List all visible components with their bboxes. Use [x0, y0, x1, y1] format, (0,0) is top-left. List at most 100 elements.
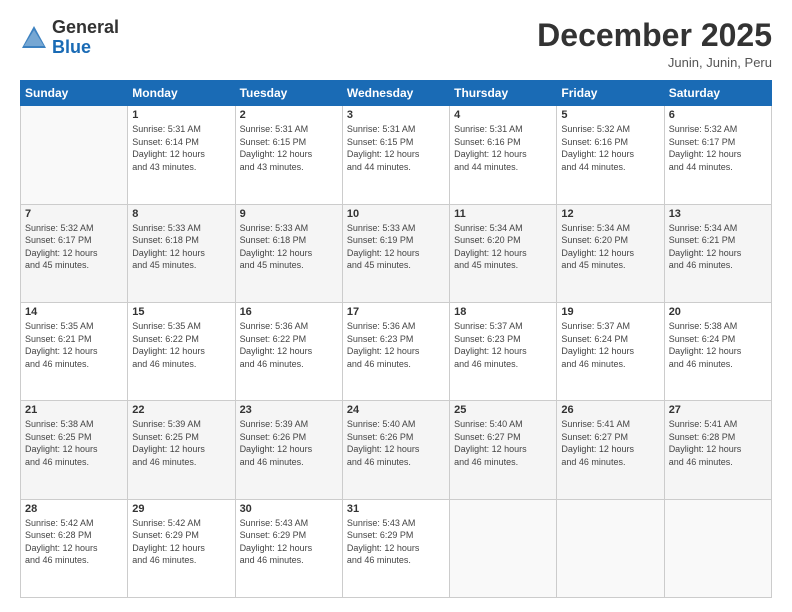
logo-text: General Blue: [52, 18, 119, 58]
day-number: 7: [25, 208, 123, 220]
calendar-cell: 31 Sunrise: 5:43 AM Sunset: 6:29 PM Dayli…: [342, 499, 449, 597]
day-info: Sunrise: 5:42 AM Sunset: 6:29 PM Dayligh…: [132, 517, 230, 567]
calendar-week-row: 21 Sunrise: 5:38 AM Sunset: 6:25 PM Dayli…: [21, 401, 772, 499]
day-info: Sunrise: 5:43 AM Sunset: 6:29 PM Dayligh…: [347, 517, 445, 567]
calendar-cell: 9 Sunrise: 5:33 AM Sunset: 6:18 PM Daylig…: [235, 204, 342, 302]
day-info: Sunrise: 5:31 AM Sunset: 6:15 PM Dayligh…: [347, 123, 445, 173]
calendar-cell: 17 Sunrise: 5:36 AM Sunset: 6:23 PM Dayli…: [342, 302, 449, 400]
day-number: 3: [347, 109, 445, 121]
day-info: Sunrise: 5:35 AM Sunset: 6:22 PM Dayligh…: [132, 320, 230, 370]
day-number: 14: [25, 306, 123, 318]
calendar-cell: 1 Sunrise: 5:31 AM Sunset: 6:14 PM Daylig…: [128, 106, 235, 204]
day-info: Sunrise: 5:35 AM Sunset: 6:21 PM Dayligh…: [25, 320, 123, 370]
day-number: 10: [347, 208, 445, 220]
calendar-cell: 16 Sunrise: 5:36 AM Sunset: 6:22 PM Dayli…: [235, 302, 342, 400]
day-header-thursday: Thursday: [450, 81, 557, 106]
calendar-cell: 13Sunrise: 5:34 AM Sunset: 6:21 PM Dayli…: [664, 204, 771, 302]
day-number: 15: [132, 306, 230, 318]
day-header-friday: Friday: [557, 81, 664, 106]
day-number: 24: [347, 404, 445, 416]
calendar-cell: 25 Sunrise: 5:40 AM Sunset: 6:27 PM Dayli…: [450, 401, 557, 499]
day-number: 8: [132, 208, 230, 220]
day-number: 28: [25, 503, 123, 515]
logo: General Blue: [20, 18, 119, 58]
calendar-week-row: 1 Sunrise: 5:31 AM Sunset: 6:14 PM Daylig…: [21, 106, 772, 204]
day-info: Sunrise: 5:40 AM Sunset: 6:27 PM Dayligh…: [454, 418, 552, 468]
calendar-cell: 3 Sunrise: 5:31 AM Sunset: 6:15 PM Daylig…: [342, 106, 449, 204]
day-header-wednesday: Wednesday: [342, 81, 449, 106]
logo-icon: [20, 24, 48, 52]
day-info: Sunrise: 5:34 AM Sunset: 6:20 PM Dayligh…: [561, 222, 659, 272]
day-number: 30: [240, 503, 338, 515]
month-title: December 2025: [537, 18, 772, 53]
day-info: Sunrise: 5:32 AM Sunset: 6:17 PM Dayligh…: [25, 222, 123, 272]
day-info: Sunrise: 5:32 AM Sunset: 6:16 PM Dayligh…: [561, 123, 659, 173]
day-header-tuesday: Tuesday: [235, 81, 342, 106]
day-info: Sunrise: 5:31 AM Sunset: 6:16 PM Dayligh…: [454, 123, 552, 173]
day-info: Sunrise: 5:39 AM Sunset: 6:25 PM Dayligh…: [132, 418, 230, 468]
day-number: 17: [347, 306, 445, 318]
day-info: Sunrise: 5:42 AM Sunset: 6:28 PM Dayligh…: [25, 517, 123, 567]
day-number: 11: [454, 208, 552, 220]
day-info: Sunrise: 5:41 AM Sunset: 6:27 PM Dayligh…: [561, 418, 659, 468]
day-number: 29: [132, 503, 230, 515]
day-number: 16: [240, 306, 338, 318]
day-number: 12: [561, 208, 659, 220]
day-header-monday: Monday: [128, 81, 235, 106]
calendar-cell: [664, 499, 771, 597]
day-header-saturday: Saturday: [664, 81, 771, 106]
day-info: Sunrise: 5:38 AM Sunset: 6:24 PM Dayligh…: [669, 320, 767, 370]
calendar-cell: 5 Sunrise: 5:32 AM Sunset: 6:16 PM Daylig…: [557, 106, 664, 204]
day-number: 9: [240, 208, 338, 220]
calendar-cell: 20Sunrise: 5:38 AM Sunset: 6:24 PM Dayli…: [664, 302, 771, 400]
calendar-cell: [557, 499, 664, 597]
day-number: 1: [132, 109, 230, 121]
title-block: December 2025 Junin, Junin, Peru: [537, 18, 772, 70]
day-info: Sunrise: 5:34 AM Sunset: 6:21 PM Dayligh…: [669, 222, 767, 272]
day-number: 21: [25, 404, 123, 416]
day-header-sunday: Sunday: [21, 81, 128, 106]
day-info: Sunrise: 5:37 AM Sunset: 6:24 PM Dayligh…: [561, 320, 659, 370]
day-info: Sunrise: 5:36 AM Sunset: 6:22 PM Dayligh…: [240, 320, 338, 370]
logo-blue-text: Blue: [52, 37, 91, 57]
day-info: Sunrise: 5:39 AM Sunset: 6:26 PM Dayligh…: [240, 418, 338, 468]
calendar-cell: 21 Sunrise: 5:38 AM Sunset: 6:25 PM Dayli…: [21, 401, 128, 499]
calendar-cell: 11 Sunrise: 5:34 AM Sunset: 6:20 PM Dayli…: [450, 204, 557, 302]
header: General Blue December 2025 Junin, Junin,…: [20, 18, 772, 70]
day-info: Sunrise: 5:43 AM Sunset: 6:29 PM Dayligh…: [240, 517, 338, 567]
day-number: 25: [454, 404, 552, 416]
calendar-cell: 18Sunrise: 5:37 AM Sunset: 6:23 PM Dayli…: [450, 302, 557, 400]
calendar-cell: 15 Sunrise: 5:35 AM Sunset: 6:22 PM Dayli…: [128, 302, 235, 400]
day-info: Sunrise: 5:31 AM Sunset: 6:14 PM Dayligh…: [132, 123, 230, 173]
day-number: 6: [669, 109, 767, 121]
day-number: 5: [561, 109, 659, 121]
calendar-cell: 24Sunrise: 5:40 AM Sunset: 6:26 PM Dayli…: [342, 401, 449, 499]
calendar-cell: 7 Sunrise: 5:32 AM Sunset: 6:17 PM Daylig…: [21, 204, 128, 302]
calendar-cell: [21, 106, 128, 204]
day-number: 18: [454, 306, 552, 318]
calendar-cell: 22 Sunrise: 5:39 AM Sunset: 6:25 PM Dayli…: [128, 401, 235, 499]
calendar-cell: 27Sunrise: 5:41 AM Sunset: 6:28 PM Dayli…: [664, 401, 771, 499]
day-info: Sunrise: 5:38 AM Sunset: 6:25 PM Dayligh…: [25, 418, 123, 468]
calendar-cell: 28 Sunrise: 5:42 AM Sunset: 6:28 PM Dayli…: [21, 499, 128, 597]
day-info: Sunrise: 5:33 AM Sunset: 6:18 PM Dayligh…: [240, 222, 338, 272]
calendar-cell: 19Sunrise: 5:37 AM Sunset: 6:24 PM Dayli…: [557, 302, 664, 400]
calendar-cell: 8 Sunrise: 5:33 AM Sunset: 6:18 PM Daylig…: [128, 204, 235, 302]
calendar-cell: [450, 499, 557, 597]
day-info: Sunrise: 5:33 AM Sunset: 6:19 PM Dayligh…: [347, 222, 445, 272]
calendar-week-row: 7 Sunrise: 5:32 AM Sunset: 6:17 PM Daylig…: [21, 204, 772, 302]
day-info: Sunrise: 5:31 AM Sunset: 6:15 PM Dayligh…: [240, 123, 338, 173]
day-number: 31: [347, 503, 445, 515]
day-info: Sunrise: 5:34 AM Sunset: 6:20 PM Dayligh…: [454, 222, 552, 272]
calendar-week-row: 28 Sunrise: 5:42 AM Sunset: 6:28 PM Dayli…: [21, 499, 772, 597]
calendar-cell: 30 Sunrise: 5:43 AM Sunset: 6:29 PM Dayli…: [235, 499, 342, 597]
day-info: Sunrise: 5:32 AM Sunset: 6:17 PM Dayligh…: [669, 123, 767, 173]
calendar-cell: 12 Sunrise: 5:34 AM Sunset: 6:20 PM Dayli…: [557, 204, 664, 302]
calendar-cell: 4Sunrise: 5:31 AM Sunset: 6:16 PM Daylig…: [450, 106, 557, 204]
calendar-week-row: 14 Sunrise: 5:35 AM Sunset: 6:21 PM Dayli…: [21, 302, 772, 400]
day-number: 22: [132, 404, 230, 416]
page: General Blue December 2025 Junin, Junin,…: [0, 0, 792, 612]
day-info: Sunrise: 5:33 AM Sunset: 6:18 PM Dayligh…: [132, 222, 230, 272]
day-info: Sunrise: 5:36 AM Sunset: 6:23 PM Dayligh…: [347, 320, 445, 370]
day-number: 2: [240, 109, 338, 121]
